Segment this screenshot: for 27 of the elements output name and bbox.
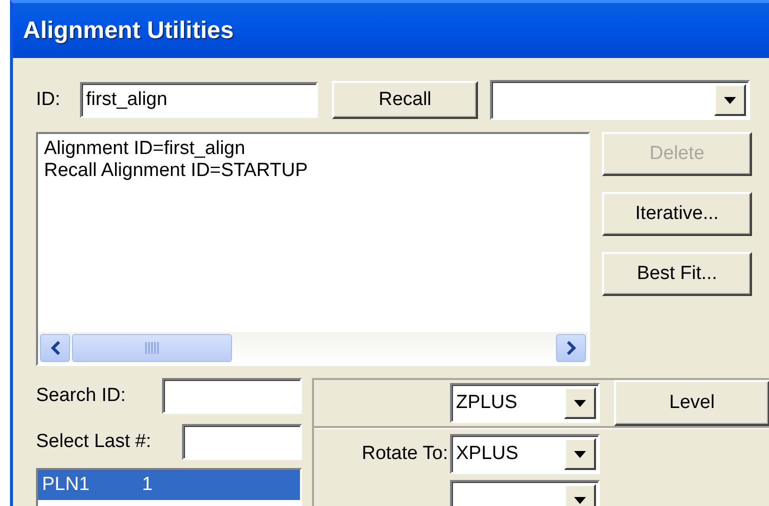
id-field[interactable]: first_align: [80, 82, 318, 118]
recall-button[interactable]: Recall: [332, 81, 478, 119]
side-button[interactable]: Iterative...: [602, 192, 752, 236]
caret-icon: [724, 96, 736, 104]
level-axis-combo[interactable]: ZPLUS: [450, 383, 600, 423]
caret-icon: [574, 400, 586, 406]
scroll-thumb[interactable]: [72, 334, 232, 362]
scroll-right-button[interactable]: [556, 334, 586, 362]
feature-row[interactable]: PLN1 1: [38, 470, 300, 500]
id-label: ID:: [36, 88, 62, 112]
scroll-left-button[interactable]: [40, 334, 70, 362]
caret-icon: [574, 450, 586, 458]
select-last-label: Select Last #:: [36, 430, 152, 454]
side-button[interactable]: Best Fit...: [602, 252, 752, 296]
search-id-label: Search ID:: [36, 384, 126, 408]
select-last-field[interactable]: [182, 424, 302, 460]
log-line: Alignment ID=first_align: [44, 138, 246, 160]
level-button[interactable]: Level: [614, 380, 769, 426]
horizontal-scrollbar[interactable]: [38, 332, 588, 364]
alignment-dropdown[interactable]: [490, 80, 750, 120]
rotate-axis-combo[interactable]: XPLUS: [450, 434, 600, 474]
rotate-to-label: Rotate To:: [360, 442, 449, 466]
search-id-field[interactable]: [162, 378, 302, 414]
log-line: Recall Alignment ID=STARTUP: [44, 160, 309, 182]
grip-icon: [145, 342, 159, 354]
caret-icon: [574, 496, 586, 504]
window-title: Alignment Utilities: [23, 18, 234, 42]
